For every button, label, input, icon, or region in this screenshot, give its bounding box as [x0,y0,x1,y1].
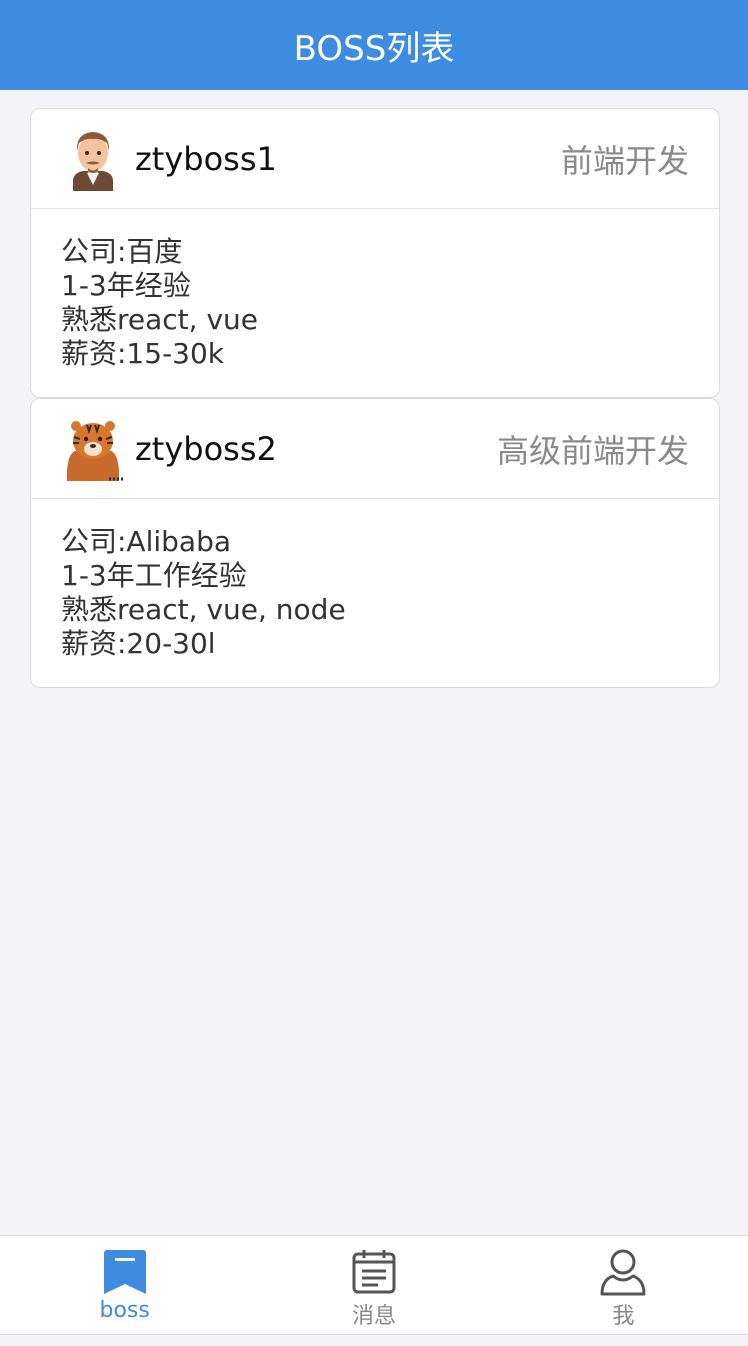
card-body: 公司:Alibaba 1-3年工作经验 熟悉react, vue, node 薪… [31,499,719,661]
tab-label: 我 [612,1304,635,1329]
nav-bar: BOSS列表 [0,0,748,90]
boss-list: ztyboss1 前端开发 公司:百度 1-3年经验 熟悉react, vue … [30,108,720,688]
tab-bar: boss 消息 我 [0,1235,748,1335]
tab-boss[interactable]: boss [0,1236,249,1334]
calendar-icon [352,1250,396,1294]
card-header: ztyboss1 前端开发 [31,109,719,209]
boss-card[interactable]: ztyboss2 高级前端开发 公司:Alibaba 1-3年工作经验 熟悉re… [30,398,720,688]
experience-text: 1-3年工作经验 [61,559,247,592]
salary-text: 薪资:15-30k [61,337,225,370]
company-text: 公司:百度 [61,235,183,268]
job-title: 前端开发 [560,141,689,180]
tab-label: 消息 [351,1304,396,1329]
job-title: 高级前端开发 [496,431,689,470]
tiger-avatar-icon [66,420,123,481]
tab-label: boss [99,1298,150,1323]
tab-messages[interactable]: 消息 [249,1236,498,1334]
boss-card[interactable]: ztyboss1 前端开发 公司:百度 1-3年经验 熟悉react, vue … [30,108,720,398]
experience-text: 1-3年经验 [61,269,191,302]
man-avatar-icon [73,131,113,191]
boss-name: ztyboss1 [135,139,277,178]
skills-text: 熟悉react, vue, node [61,593,346,626]
bookmark-icon [103,1250,146,1294]
user-icon [600,1249,646,1296]
skills-text: 熟悉react, vue [61,303,258,336]
page-title: BOSS列表 [293,28,455,69]
card-header: ztyboss2 高级前端开发 [31,399,719,499]
card-body: 公司:百度 1-3年经验 熟悉react, vue 薪资:15-30k [31,209,719,371]
company-text: 公司:Alibaba [61,525,232,558]
tab-me[interactable]: 我 [499,1236,748,1334]
salary-text: 薪资:20-30l [61,627,216,660]
boss-name: ztyboss2 [135,429,277,468]
